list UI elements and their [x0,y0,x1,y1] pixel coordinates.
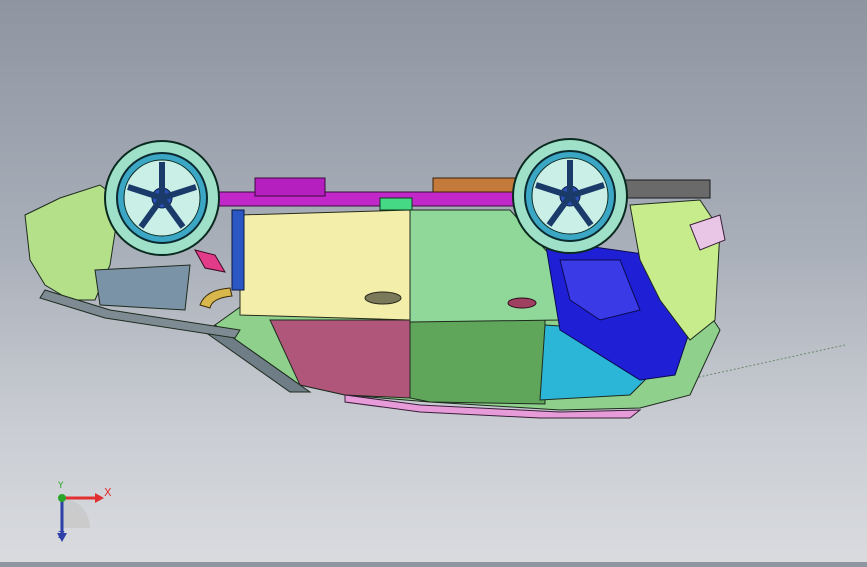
brake-line [194,249,226,273]
y-axis-label: Y [58,481,64,491]
door-handle [364,291,402,305]
triad-shade [60,498,90,528]
y-axis-origin [58,494,66,502]
x-arrowhead [95,493,104,503]
front-wheel [512,138,628,254]
front-subframe [619,179,711,199]
cad-viewport[interactable] [0,0,867,562]
fuel-tank [254,177,326,197]
muffler [432,177,519,193]
catalytic-converter [379,197,413,211]
fuel-pipe [199,287,233,309]
front-door-panel [409,319,546,405]
rear-strut [231,209,245,291]
fuel-cap [507,297,537,309]
spare-tire-well [94,264,191,311]
x-axis-label: X [104,486,112,499]
z-axis-label: Z [58,530,65,541]
coordinate-triad: X Y Z [40,478,120,548]
rear-wheel [104,140,220,256]
car-model [24,138,846,419]
